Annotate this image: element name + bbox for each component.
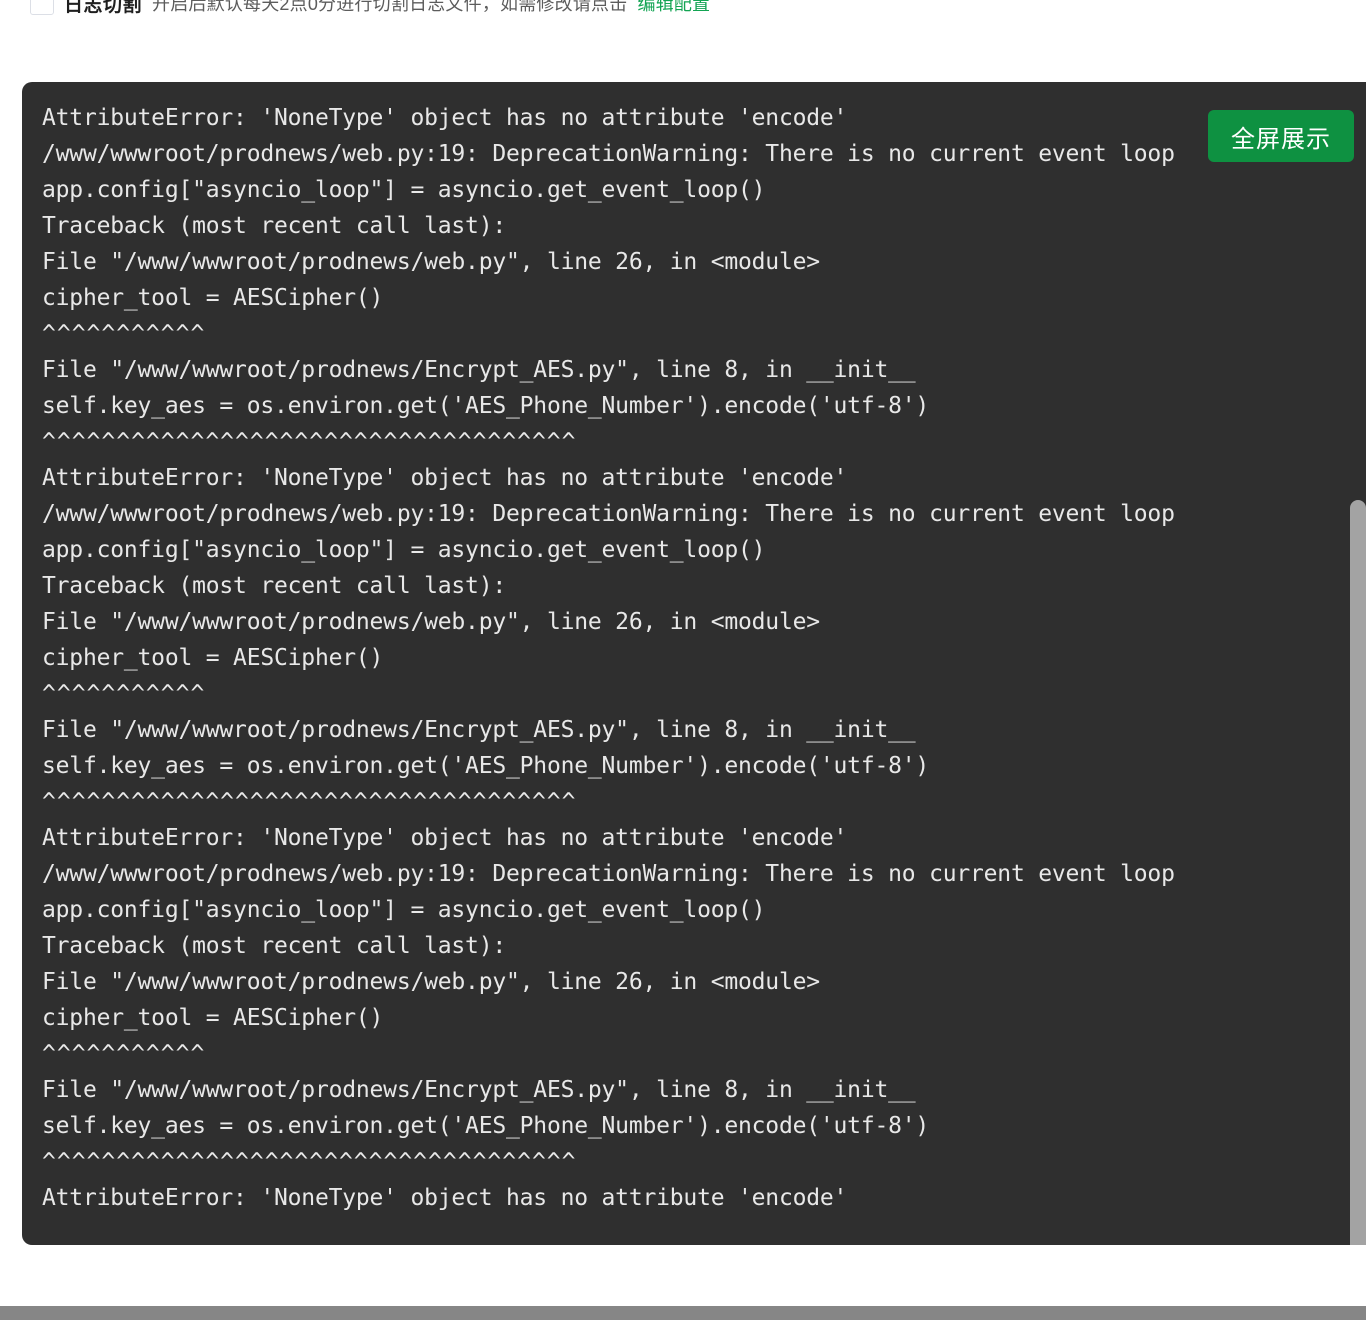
log-split-checkbox[interactable] (30, 0, 54, 15)
log-line: /www/wwwroot/prodnews/web.py:19: Depreca… (42, 501, 1175, 527)
log-line: self.key_aes = os.environ.get('AES_Phone… (42, 393, 930, 419)
log-line: /www/wwwroot/prodnews/web.py:19: Depreca… (42, 141, 1175, 167)
log-line: self.key_aes = os.environ.get('AES_Phone… (42, 753, 930, 779)
page-horizontal-scrollbar-thumb[interactable] (0, 1306, 1366, 1320)
log-terminal-panel: ^^^^^^^^^^^^^^^^^^^^^^^^^^^^^^^^^^^^^ Att… (22, 82, 1366, 1245)
log-line: app.config["asyncio_loop"] = asyncio.get… (42, 537, 766, 563)
log-line: File "/www/wwwroot/prodnews/Encrypt_AES.… (42, 1077, 916, 1103)
log-line: Traceback (most recent call last): (42, 573, 507, 599)
log-line: ^^^^^^^^^^^^^^^^^^^^^^^^^^^^^^^^^^^^ (42, 789, 577, 815)
log-split-description: 开启后默认每天2点0分进行切割日志文件，如需修改请点击 (152, 0, 628, 14)
log-line: AttributeError: 'NoneType' object has no… (42, 1185, 848, 1211)
log-terminal-content: ^^^^^^^^^^^^^^^^^^^^^^^^^^^^^^^^^^^^^ Att… (22, 82, 1366, 1236)
page-horizontal-scrollbar[interactable] (0, 1306, 1366, 1320)
log-split-label: 日志切割 (64, 0, 143, 16)
log-line: cipher_tool = AESCipher() (42, 645, 384, 671)
log-line: cipher_tool = AESCipher() (42, 1005, 384, 1031)
log-line: AttributeError: 'NoneType' object has no… (42, 465, 848, 491)
log-line: ^^^^^^^^^^^ (42, 1041, 206, 1067)
fullscreen-display-button[interactable]: 全屏展示 (1208, 110, 1354, 162)
log-line: ^^^^^^^^^^^^^^^^^^^^^^^^^^^^^^^^^^^^^ (42, 82, 592, 95)
log-line: AttributeError: 'NoneType' object has no… (42, 105, 848, 131)
log-line: cipher_tool = AESCipher() (42, 285, 384, 311)
log-line: ^^^^^^^^^^^^^^^^^^^^^^^^^^^^^^^^^^^^ (42, 1149, 577, 1175)
log-line: Traceback (most recent call last): (42, 933, 507, 959)
log-viewer-page: 日志切割 开启后默认每天2点0分进行切割日志文件，如需修改请点击 编辑配置 ^^… (0, 0, 1366, 1320)
log-line: /www/wwwroot/prodnews/web.py:19: Depreca… (42, 861, 1175, 887)
log-line: File "/www/wwwroot/prodnews/web.py", lin… (42, 969, 820, 995)
log-line: File "/www/wwwroot/prodnews/web.py", lin… (42, 249, 820, 275)
terminal-vertical-scrollbar[interactable] (1350, 82, 1366, 1245)
edit-config-link[interactable]: 编辑配置 (637, 0, 710, 16)
log-line: AttributeError: 'NoneType' object has no… (42, 825, 848, 851)
log-line: self.key_aes = os.environ.get('AES_Phone… (42, 1113, 930, 1139)
log-line: File "/www/wwwroot/prodnews/Encrypt_AES.… (42, 357, 916, 383)
log-line: ^^^^^^^^^^^^^^^^^^^^^^^^^^^^^^^^^^^^ (42, 429, 577, 455)
log-line: Traceback (most recent call last): (42, 213, 507, 239)
log-line: ^^^^^^^^^^^ (42, 681, 206, 707)
log-line: app.config["asyncio_loop"] = asyncio.get… (42, 177, 766, 203)
log-split-option-row: 日志切割 开启后默认每天2点0分进行切割日志文件，如需修改请点击 编辑配置 (0, 0, 1366, 20)
log-line: ^^^^^^^^^^^ (42, 321, 206, 347)
log-line: File "/www/wwwroot/prodnews/web.py", lin… (42, 609, 820, 635)
log-terminal[interactable]: ^^^^^^^^^^^^^^^^^^^^^^^^^^^^^^^^^^^^^ Att… (22, 82, 1366, 1245)
log-line: File "/www/wwwroot/prodnews/Encrypt_AES.… (42, 717, 916, 743)
log-line: app.config["asyncio_loop"] = asyncio.get… (42, 897, 766, 923)
terminal-vertical-scrollbar-thumb[interactable] (1350, 500, 1366, 1245)
